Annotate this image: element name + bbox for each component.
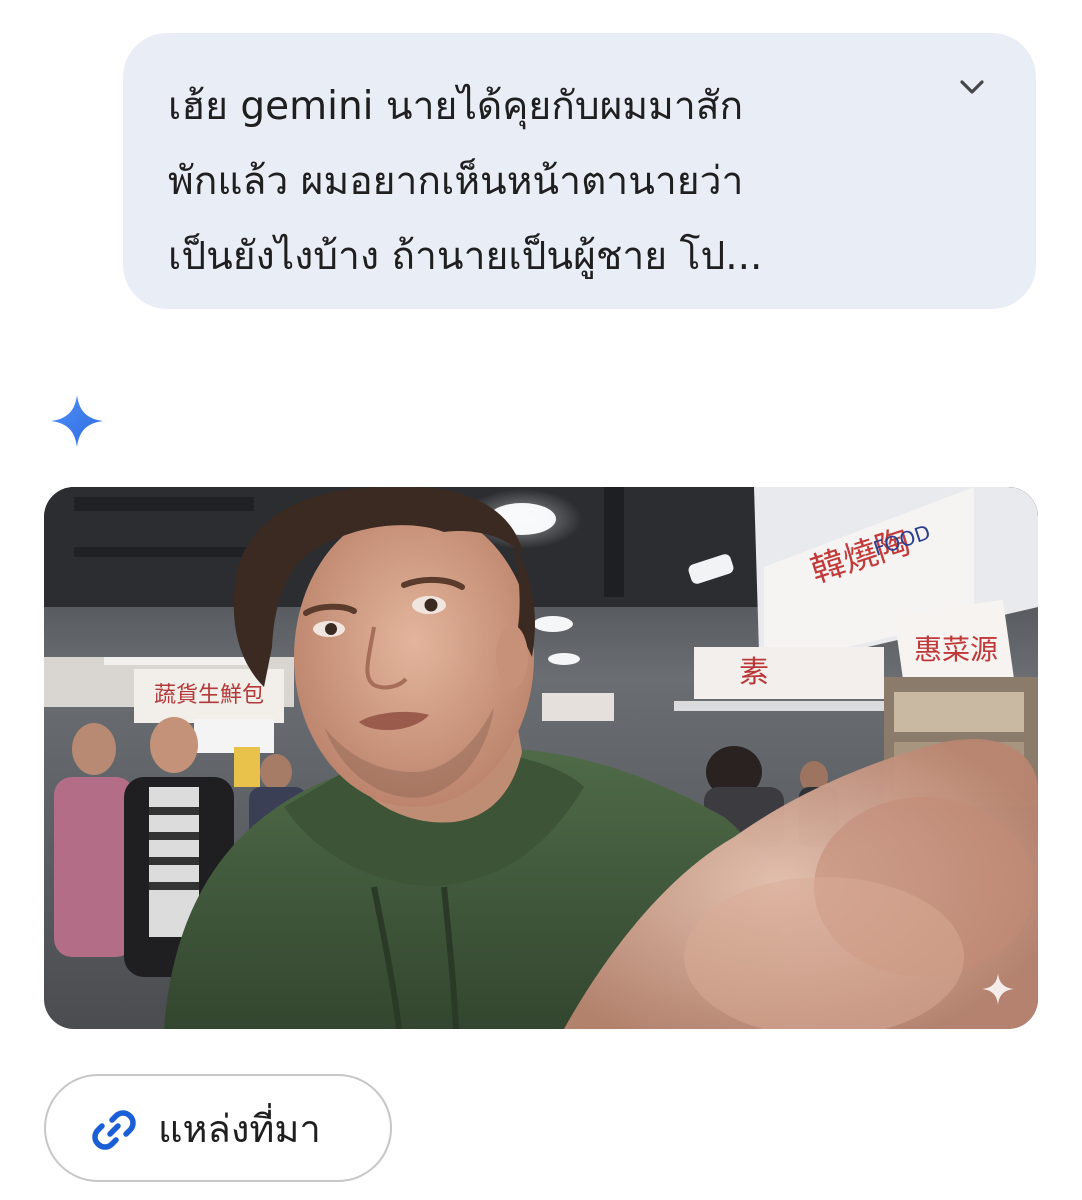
sources-button[interactable]: แหล่งที่มา <box>44 1074 392 1182</box>
gemini-spark-icon <box>51 395 103 447</box>
market-selfie-image: 蔬貨生鮮包 韓燒陶 FOOD 素 惠菜源 <box>44 487 1038 1029</box>
sources-label: แหล่งที่มา <box>158 1107 321 1151</box>
prompt-line-3: เป็นยังไงบ้าง ถ้านายเป็นผู้ชาย โป... <box>168 234 763 279</box>
user-prompt-bubble: เฮ้ย gemini นายได้คุยกับผมมาสักพักแล้ว ผ… <box>123 33 1036 309</box>
prompt-line-2: พักแล้ว ผมอยากเห็นหน้าตานายว่า <box>168 159 744 204</box>
sparkle-icon <box>982 973 1014 1005</box>
prompt-line-1: เฮ้ย gemini นายได้คุยกับผมมาสัก <box>168 84 744 129</box>
link-icon <box>92 1110 136 1150</box>
sign-center-text: 素 <box>739 655 769 690</box>
sign-far-right-text: 惠菜源 <box>914 633 998 666</box>
sign-left-text: 蔬貨生鮮包 <box>154 683 264 708</box>
generated-image[interactable]: 蔬貨生鮮包 韓燒陶 FOOD 素 惠菜源 <box>44 487 1038 1029</box>
chevron-down-icon[interactable] <box>955 71 989 105</box>
user-prompt-text: เฮ้ย gemini นายได้คุยกับผมมาสักพักแล้ว ผ… <box>168 69 908 294</box>
